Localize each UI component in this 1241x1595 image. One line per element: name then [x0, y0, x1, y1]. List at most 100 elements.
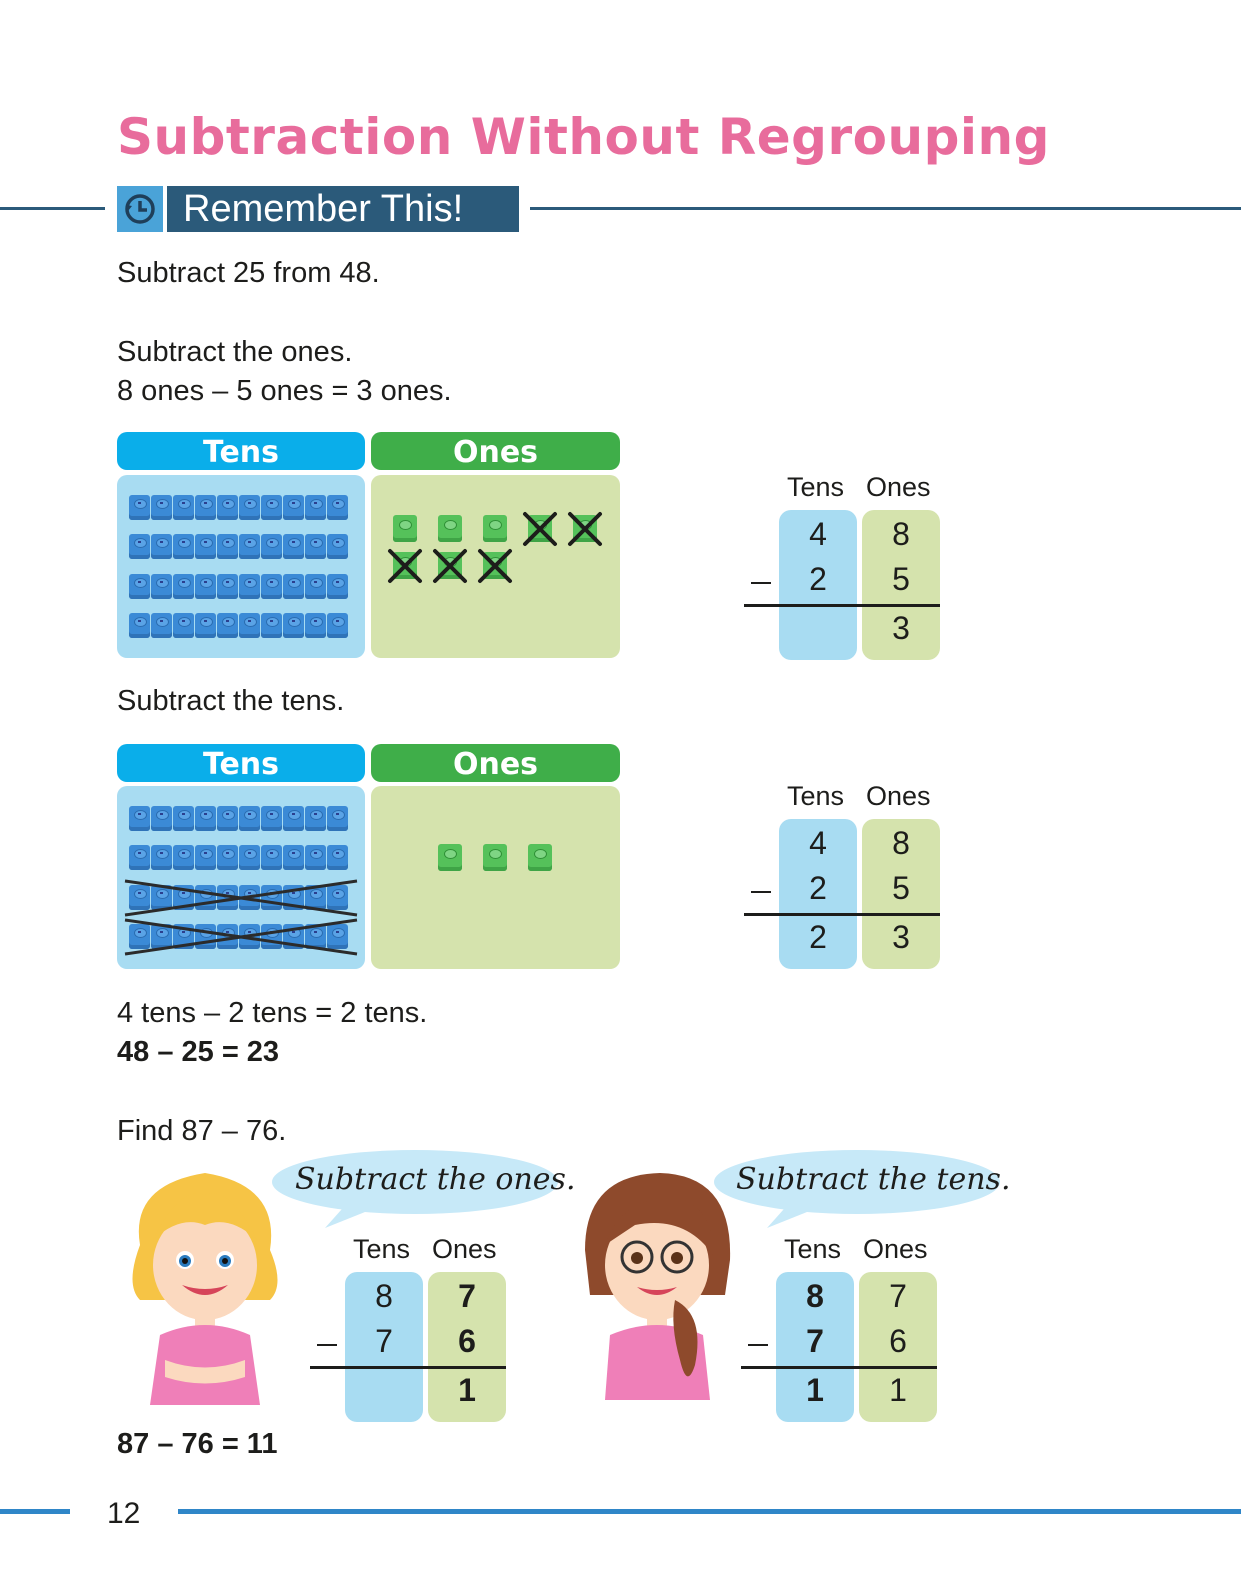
- cross-out-mark-icon: [388, 549, 422, 583]
- unit-cube: [283, 495, 304, 520]
- unit-cube: [239, 574, 260, 599]
- unit-cube: [217, 845, 238, 870]
- unit-cube: [217, 574, 238, 599]
- unit-cube: [129, 806, 150, 831]
- unit-cube: [151, 574, 172, 599]
- difference-tens-digit: 1: [806, 1372, 824, 1408]
- chart2-ones-area: [371, 786, 620, 969]
- unit-cube: [261, 845, 282, 870]
- tens-rod-cross-out: [124, 918, 358, 956]
- column-header-ones: Ones: [863, 1234, 928, 1264]
- unit-cube: [173, 845, 194, 870]
- minus-sign: [751, 891, 771, 893]
- example1-result: 48 – 25 = 23: [117, 1036, 280, 1068]
- speech-bubble-2-text: Subtract the tens.: [736, 1162, 1011, 1197]
- unit-cube: [239, 495, 260, 520]
- column-header-tens: Tens: [787, 472, 845, 502]
- minuend-tens-digit: 4: [809, 825, 827, 861]
- step2-equation: 4 tens – 2 tens = 2 tens.: [117, 997, 428, 1029]
- speech-bubble-1-text: Subtract the ones.: [295, 1162, 576, 1197]
- one-cube: [528, 844, 552, 871]
- sum-line: [744, 604, 940, 607]
- unit-cube: [151, 806, 172, 831]
- one-cube: [483, 515, 507, 542]
- section-label: Remember This!: [167, 186, 519, 232]
- unit-cube: [151, 613, 172, 638]
- cross-out-mark-icon: [478, 549, 512, 583]
- tens-rod: [129, 613, 348, 638]
- step1-equation: 8 ones – 5 ones = 3 ones.: [117, 375, 452, 407]
- example2-intro: Find 87 – 76.: [117, 1115, 287, 1147]
- unit-cube: [151, 534, 172, 559]
- minuend-tens-digit: 8: [806, 1278, 824, 1314]
- unit-cube: [217, 495, 238, 520]
- chart1-tens-header: Tens: [117, 432, 365, 470]
- difference-ones-digit: 1: [889, 1372, 907, 1408]
- unit-cube: [261, 806, 282, 831]
- difference-tens-digit: 2: [809, 919, 827, 955]
- one-cube: [438, 515, 462, 542]
- sum-line: [741, 1366, 937, 1369]
- unit-cube: [195, 806, 216, 831]
- subtrahend-tens-digit: 2: [809, 870, 827, 906]
- unit-cube: [305, 613, 326, 638]
- section-rule-left: [0, 207, 105, 210]
- column-header-tens: Tens: [784, 1234, 842, 1264]
- unit-cube: [305, 806, 326, 831]
- footer-rule-left: [0, 1509, 70, 1514]
- cross-out-mark-icon: [568, 512, 602, 546]
- column-header-ones: Ones: [866, 472, 931, 502]
- one-cube: [483, 844, 507, 871]
- unit-cube: [173, 806, 194, 831]
- chart1-tens-area: [117, 475, 365, 658]
- minuend-ones-digit: 8: [892, 825, 910, 861]
- unit-cube: [283, 613, 304, 638]
- unit-cube: [261, 534, 282, 559]
- column-header-tens: Tens: [787, 781, 845, 811]
- unit-cube: [327, 534, 348, 559]
- tens-rod-cross-out: [124, 879, 358, 917]
- minuend-tens-digit: 4: [809, 516, 827, 552]
- cross-out-mark-icon: [523, 512, 557, 546]
- unit-cube: [239, 534, 260, 559]
- difference-ones-digit: 3: [892, 919, 910, 955]
- page-title: Subtraction Without Regrouping: [117, 108, 1050, 166]
- example2-result: 87 – 76 = 11: [117, 1428, 278, 1460]
- tens-rod: [129, 845, 348, 870]
- minuend-ones-digit: 7: [458, 1278, 476, 1314]
- history-clock-icon: [117, 186, 163, 232]
- unit-cube: [261, 613, 282, 638]
- unit-cube: [151, 495, 172, 520]
- blonde-girl-illustration: [132, 1173, 278, 1405]
- unit-cube: [283, 574, 304, 599]
- chart2-tens-header: Tens: [117, 744, 365, 782]
- subtrahend-tens-digit: 2: [809, 561, 827, 597]
- unit-cube: [151, 845, 172, 870]
- unit-cube: [195, 495, 216, 520]
- unit-cube: [239, 613, 260, 638]
- unit-cube: [261, 495, 282, 520]
- unit-cube: [283, 534, 304, 559]
- column-header-tens: Tens: [353, 1234, 411, 1264]
- example1-intro: Subtract 25 from 48.: [117, 257, 380, 289]
- unit-cube: [129, 574, 150, 599]
- unit-cube: [195, 574, 216, 599]
- page-number: 12: [107, 1497, 141, 1530]
- unit-cube: [283, 845, 304, 870]
- unit-cube: [239, 845, 260, 870]
- unit-cube: [129, 495, 150, 520]
- unit-cube: [173, 495, 194, 520]
- unit-cube: [305, 574, 326, 599]
- unit-cube: [305, 845, 326, 870]
- unit-cube: [327, 613, 348, 638]
- unit-cube: [305, 534, 326, 559]
- chart1-ones-header: Ones: [371, 432, 620, 470]
- unit-cube: [129, 845, 150, 870]
- unit-cube: [305, 495, 326, 520]
- subtrahend-tens-digit: 7: [806, 1323, 824, 1359]
- unit-cube: [217, 534, 238, 559]
- subtrahend-ones-digit: 5: [892, 870, 910, 906]
- minus-sign: [748, 1344, 768, 1346]
- unit-cube: [239, 806, 260, 831]
- minuend-ones-digit: 7: [889, 1278, 907, 1314]
